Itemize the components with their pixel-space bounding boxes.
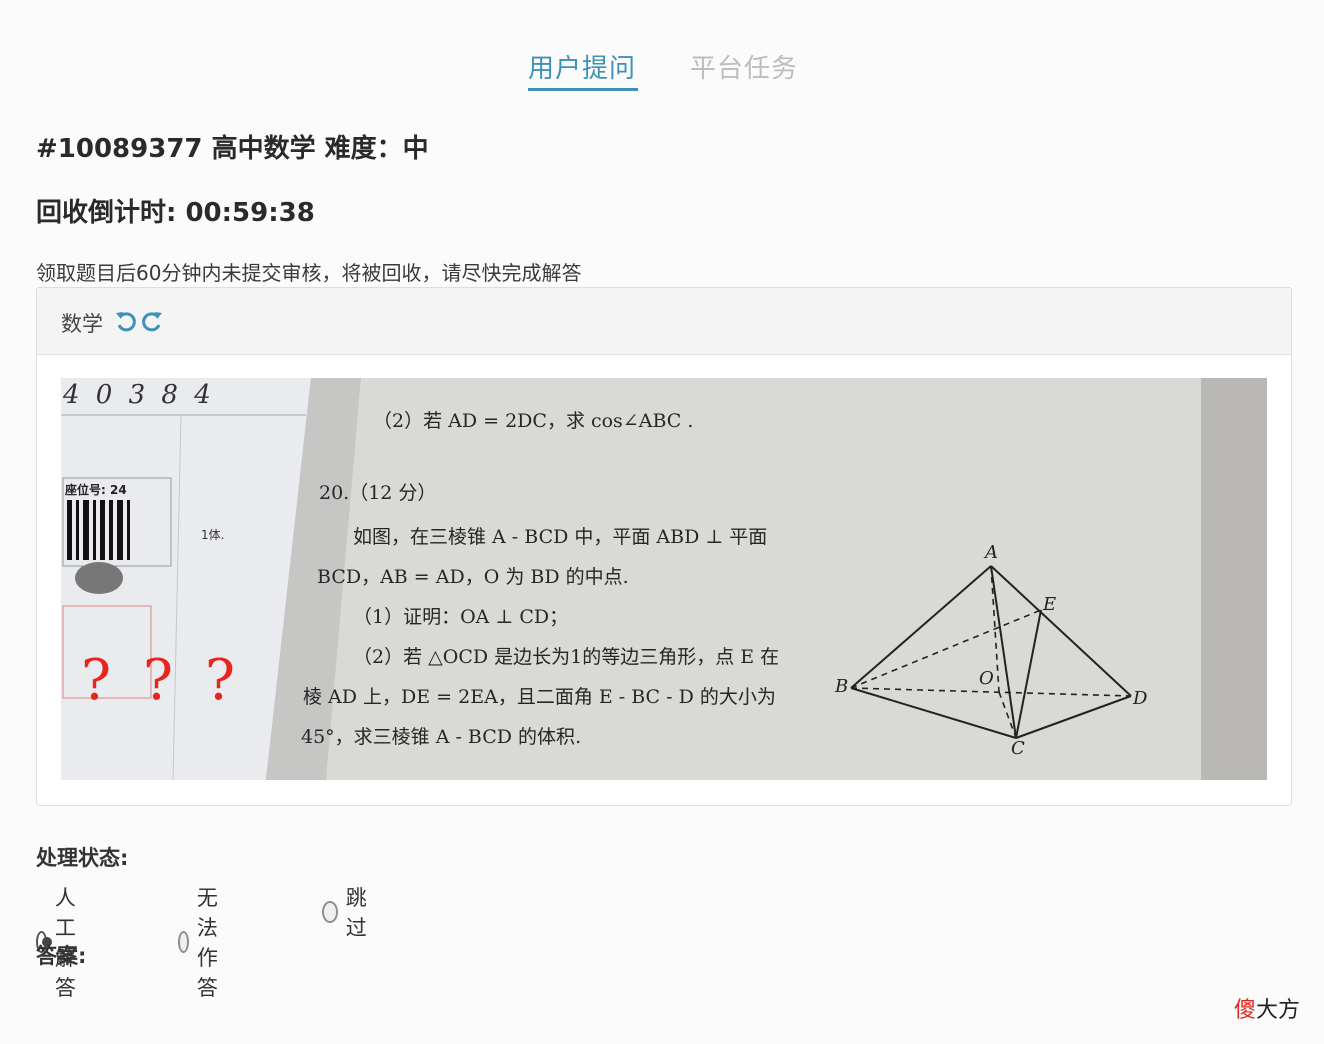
figure-label-a: A xyxy=(985,542,998,563)
question-photo: 4 0 3 8 4 座位号: 24 1体. ? ? ? （2）若 AD = 2D… xyxy=(61,378,1267,780)
tab-user-questions[interactable]: 用户提问 xyxy=(528,48,636,85)
figure-label-c: C xyxy=(1011,738,1025,759)
active-tab-indicator xyxy=(528,88,638,91)
tab-bar: 用户提问 平台任务 xyxy=(0,44,1324,94)
recycle-notice: 领取题目后60分钟内未提交审核，将被回收，请尽快完成解答 xyxy=(36,261,582,285)
tab-platform-tasks[interactable]: 平台任务 xyxy=(690,48,798,85)
radio-cannot-answer[interactable]: 无法作答 xyxy=(178,882,229,1002)
problem-line: （2）若 △OCD 是边长为1的等边三角形，点 E 在 xyxy=(353,646,780,668)
question-mark: ? xyxy=(81,648,112,713)
rotate-right-icon[interactable] xyxy=(139,308,165,334)
seat-number-label: 座位号: 24 xyxy=(65,483,127,497)
radio-button[interactable] xyxy=(322,901,338,923)
status-label: 处理状态: xyxy=(36,846,129,870)
question-mark: ? xyxy=(143,648,174,713)
figure-label-d: D xyxy=(1133,688,1148,709)
photo-background xyxy=(61,378,1267,780)
watermark: 傻大方 xyxy=(1234,992,1300,1024)
problem-line: BCD，AB = AD，O 为 BD 的中点. xyxy=(317,566,629,588)
question-card: 数学 4 0 3 8 4 座位号: 24 1体. ? ? ? （2）若 AD =… xyxy=(36,287,1292,806)
watermark-black: 大方 xyxy=(1256,998,1301,1023)
figure-label-o: O xyxy=(979,668,994,689)
radio-skip[interactable]: 跳过 xyxy=(322,882,373,942)
figure-label-b: B xyxy=(835,676,849,697)
radio-label: 跳过 xyxy=(345,886,367,940)
watermark-red: 傻 xyxy=(1234,998,1257,1023)
question-title: #10089377 高中数学 难度：中 xyxy=(36,134,429,164)
card-header: 数学 xyxy=(37,288,1291,355)
side-label: 1体. xyxy=(201,528,225,542)
radio-button[interactable] xyxy=(178,931,189,953)
problem-line: （1）证明：OA ⊥ CD； xyxy=(353,606,569,628)
problem-line: 20.（12 分） xyxy=(319,482,437,504)
question-mark: ? xyxy=(205,648,236,713)
handwritten-number: 4 0 3 8 4 xyxy=(63,380,215,410)
problem-line: 如图，在三棱锥 A - BCD 中，平面 ABD ⊥ 平面 xyxy=(353,526,768,548)
figure-label-e: E xyxy=(1043,594,1057,615)
radio-label: 无法作答 xyxy=(196,886,218,1000)
answer-label: 答案: xyxy=(36,944,87,968)
problem-line: （2）若 AD = 2DC，求 cos∠ABC . xyxy=(373,410,694,432)
problem-line: 棱 AD 上，DE = 2EA，且二面角 E - BC - D 的大小为 xyxy=(303,686,776,708)
subject-label: 数学 xyxy=(61,312,103,336)
countdown-timer: 回收倒计时: 00:59:38 xyxy=(36,198,315,228)
problem-line: 45°，求三棱锥 A - BCD 的体积. xyxy=(301,726,582,748)
rotate-left-icon[interactable] xyxy=(113,308,139,334)
